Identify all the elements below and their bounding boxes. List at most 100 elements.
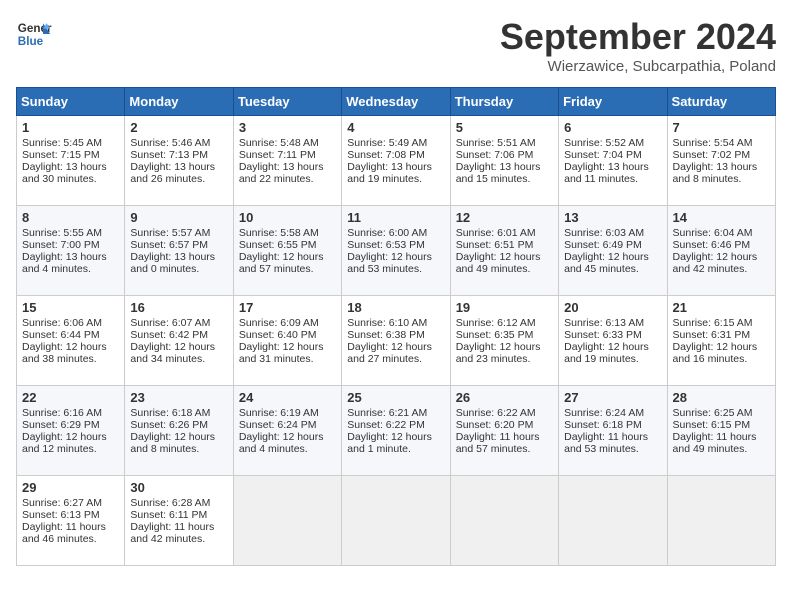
weekday-label: Tuesday bbox=[233, 88, 341, 116]
cell-line: Sunrise: 6:10 AM bbox=[347, 317, 444, 329]
cell-line: Sunset: 6:38 PM bbox=[347, 329, 444, 341]
cell-line: Sunset: 6:51 PM bbox=[456, 239, 553, 251]
cell-line: Sunrise: 6:12 AM bbox=[456, 317, 553, 329]
day-number: 23 bbox=[130, 390, 227, 405]
cell-line: and 38 minutes. bbox=[22, 353, 119, 365]
day-number: 8 bbox=[22, 210, 119, 225]
calendar-cell: 22Sunrise: 6:16 AMSunset: 6:29 PMDayligh… bbox=[17, 386, 125, 476]
cell-line: Daylight: 13 hours bbox=[239, 161, 336, 173]
day-number: 3 bbox=[239, 120, 336, 135]
calendar-cell: 11Sunrise: 6:00 AMSunset: 6:53 PMDayligh… bbox=[342, 206, 450, 296]
cell-line: Sunset: 6:20 PM bbox=[456, 419, 553, 431]
day-number: 12 bbox=[456, 210, 553, 225]
day-number: 27 bbox=[564, 390, 661, 405]
calendar-table: SundayMondayTuesdayWednesdayThursdayFrid… bbox=[16, 87, 776, 566]
calendar-cell: 28Sunrise: 6:25 AMSunset: 6:15 PMDayligh… bbox=[667, 386, 775, 476]
cell-line: Daylight: 12 hours bbox=[347, 341, 444, 353]
cell-line: and 34 minutes. bbox=[130, 353, 227, 365]
weekday-label: Friday bbox=[559, 88, 667, 116]
cell-line: and 26 minutes. bbox=[130, 173, 227, 185]
calendar-cell: 14Sunrise: 6:04 AMSunset: 6:46 PMDayligh… bbox=[667, 206, 775, 296]
cell-line: Sunset: 6:18 PM bbox=[564, 419, 661, 431]
cell-line: Sunrise: 6:01 AM bbox=[456, 227, 553, 239]
day-number: 19 bbox=[456, 300, 553, 315]
calendar-cell: 30Sunrise: 6:28 AMSunset: 6:11 PMDayligh… bbox=[125, 476, 233, 566]
calendar-cell: 18Sunrise: 6:10 AMSunset: 6:38 PMDayligh… bbox=[342, 296, 450, 386]
cell-line: Daylight: 12 hours bbox=[130, 341, 227, 353]
day-number: 13 bbox=[564, 210, 661, 225]
cell-line: Daylight: 12 hours bbox=[564, 341, 661, 353]
cell-line: Sunset: 6:53 PM bbox=[347, 239, 444, 251]
cell-line: Sunrise: 5:46 AM bbox=[130, 137, 227, 149]
cell-line: Sunset: 6:40 PM bbox=[239, 329, 336, 341]
cell-line: Sunset: 7:15 PM bbox=[22, 149, 119, 161]
cell-line: Sunrise: 5:45 AM bbox=[22, 137, 119, 149]
calendar-cell: 4Sunrise: 5:49 AMSunset: 7:08 PMDaylight… bbox=[342, 116, 450, 206]
cell-line: and 53 minutes. bbox=[564, 443, 661, 455]
cell-line: Daylight: 12 hours bbox=[673, 251, 770, 263]
calendar-cell bbox=[559, 476, 667, 566]
calendar-cell: 24Sunrise: 6:19 AMSunset: 6:24 PMDayligh… bbox=[233, 386, 341, 476]
cell-line: Sunset: 6:11 PM bbox=[130, 509, 227, 521]
calendar-cell: 23Sunrise: 6:18 AMSunset: 6:26 PMDayligh… bbox=[125, 386, 233, 476]
calendar-week-row: 1Sunrise: 5:45 AMSunset: 7:15 PMDaylight… bbox=[17, 116, 776, 206]
cell-line: and 57 minutes. bbox=[456, 443, 553, 455]
cell-line: and 31 minutes. bbox=[239, 353, 336, 365]
calendar-cell: 20Sunrise: 6:13 AMSunset: 6:33 PMDayligh… bbox=[559, 296, 667, 386]
cell-line: Sunrise: 5:51 AM bbox=[456, 137, 553, 149]
calendar-cell bbox=[667, 476, 775, 566]
cell-line: Sunset: 6:55 PM bbox=[239, 239, 336, 251]
cell-line: and 19 minutes. bbox=[564, 353, 661, 365]
cell-line: and 27 minutes. bbox=[347, 353, 444, 365]
calendar-week-row: 29Sunrise: 6:27 AMSunset: 6:13 PMDayligh… bbox=[17, 476, 776, 566]
cell-line: Daylight: 11 hours bbox=[673, 431, 770, 443]
day-number: 22 bbox=[22, 390, 119, 405]
cell-line: and 4 minutes. bbox=[239, 443, 336, 455]
day-number: 9 bbox=[130, 210, 227, 225]
cell-line: and 23 minutes. bbox=[456, 353, 553, 365]
cell-line: Daylight: 12 hours bbox=[456, 251, 553, 263]
cell-line: and 57 minutes. bbox=[239, 263, 336, 275]
cell-line: Sunset: 7:13 PM bbox=[130, 149, 227, 161]
calendar-week-row: 15Sunrise: 6:06 AMSunset: 6:44 PMDayligh… bbox=[17, 296, 776, 386]
cell-line: Daylight: 13 hours bbox=[564, 161, 661, 173]
cell-line: and 30 minutes. bbox=[22, 173, 119, 185]
cell-line: Daylight: 12 hours bbox=[22, 341, 119, 353]
cell-line: and 8 minutes. bbox=[130, 443, 227, 455]
cell-line: and 19 minutes. bbox=[347, 173, 444, 185]
cell-line: Sunset: 6:26 PM bbox=[130, 419, 227, 431]
day-number: 14 bbox=[673, 210, 770, 225]
calendar-cell bbox=[342, 476, 450, 566]
cell-line: Sunset: 7:06 PM bbox=[456, 149, 553, 161]
day-number: 4 bbox=[347, 120, 444, 135]
cell-line: Sunset: 6:29 PM bbox=[22, 419, 119, 431]
cell-line: and 22 minutes. bbox=[239, 173, 336, 185]
calendar-cell: 10Sunrise: 5:58 AMSunset: 6:55 PMDayligh… bbox=[233, 206, 341, 296]
cell-line: Daylight: 12 hours bbox=[239, 431, 336, 443]
calendar-cell: 7Sunrise: 5:54 AMSunset: 7:02 PMDaylight… bbox=[667, 116, 775, 206]
cell-line: Daylight: 12 hours bbox=[239, 341, 336, 353]
cell-line: Sunrise: 6:06 AM bbox=[22, 317, 119, 329]
calendar-cell: 21Sunrise: 6:15 AMSunset: 6:31 PMDayligh… bbox=[667, 296, 775, 386]
cell-line: and 4 minutes. bbox=[22, 263, 119, 275]
calendar-cell: 1Sunrise: 5:45 AMSunset: 7:15 PMDaylight… bbox=[17, 116, 125, 206]
cell-line: Sunset: 6:22 PM bbox=[347, 419, 444, 431]
cell-line: Sunrise: 6:09 AM bbox=[239, 317, 336, 329]
cell-line: and 12 minutes. bbox=[22, 443, 119, 455]
cell-line: Sunrise: 5:48 AM bbox=[239, 137, 336, 149]
cell-line: Sunrise: 6:24 AM bbox=[564, 407, 661, 419]
day-number: 5 bbox=[456, 120, 553, 135]
day-number: 21 bbox=[673, 300, 770, 315]
cell-line: Sunrise: 5:49 AM bbox=[347, 137, 444, 149]
calendar-cell: 5Sunrise: 5:51 AMSunset: 7:06 PMDaylight… bbox=[450, 116, 558, 206]
cell-line: Sunrise: 6:15 AM bbox=[673, 317, 770, 329]
day-number: 30 bbox=[130, 480, 227, 495]
logo: General Blue bbox=[16, 16, 56, 52]
cell-line: Sunrise: 6:27 AM bbox=[22, 497, 119, 509]
cell-line: Sunrise: 6:03 AM bbox=[564, 227, 661, 239]
cell-line: Sunset: 7:08 PM bbox=[347, 149, 444, 161]
cell-line: Sunset: 6:44 PM bbox=[22, 329, 119, 341]
calendar-cell: 25Sunrise: 6:21 AMSunset: 6:22 PMDayligh… bbox=[342, 386, 450, 476]
page-header: General Blue September 2024 Wierzawice, … bbox=[16, 16, 776, 75]
cell-line: and 45 minutes. bbox=[564, 263, 661, 275]
